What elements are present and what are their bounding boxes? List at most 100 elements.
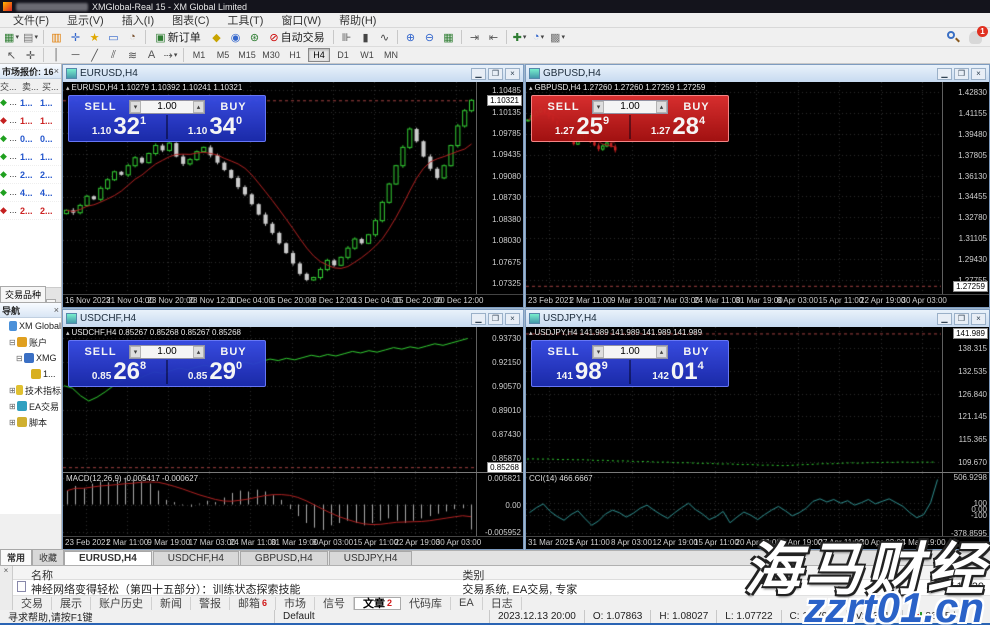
timeframe-button-w1[interactable]: W1 — [356, 48, 378, 62]
menu-item[interactable]: 图表(C) — [163, 12, 218, 28]
tab-common[interactable]: 常用 — [0, 549, 32, 565]
sell-price[interactable]: 0.85268 — [72, 360, 166, 384]
column-buy[interactable]: 买... — [42, 80, 60, 93]
chart-tab-usdjpy[interactable]: USDJPY,H4 — [329, 551, 413, 565]
status-profile[interactable]: Default — [275, 610, 490, 623]
terminal-tab-账户历史[interactable]: 账户历史 — [91, 597, 152, 610]
tab-symbols[interactable]: 交易品种 — [0, 286, 46, 302]
market-watch-close-icon[interactable]: × — [54, 66, 59, 76]
terminal-tab-代码库[interactable]: 代码库 — [401, 597, 451, 610]
sell-button[interactable]: SELL — [535, 346, 592, 358]
timeframe-button-m30[interactable]: M30 — [260, 48, 282, 62]
new-chart-button[interactable]: ▦▾ — [2, 29, 21, 45]
menu-item[interactable]: 帮助(H) — [330, 12, 385, 28]
timeframe-button-h1[interactable]: H1 — [284, 48, 306, 62]
buy-price[interactable]: 1.10340 — [168, 115, 262, 139]
column-symbol[interactable]: 交... — [0, 80, 22, 93]
panel-expander-icon[interactable]: ▴ — [66, 85, 70, 92]
menu-item[interactable]: 显示(V) — [58, 12, 113, 28]
sell-button[interactable]: SELL — [72, 346, 129, 358]
notification-bell-icon[interactable]: 1 — [969, 31, 982, 44]
line-chart-button[interactable]: ∿ — [375, 29, 394, 45]
fibonacci-button[interactable]: ≋ — [123, 47, 142, 63]
tree-item-账户[interactable]: ⊟账户 — [0, 334, 61, 350]
lot-down-button[interactable]: ▾ — [593, 101, 604, 113]
metaeditor-icon[interactable]: ◆ — [207, 29, 226, 45]
tab-tick-chart[interactable] — [46, 299, 56, 302]
menu-item[interactable]: 工具(T) — [218, 12, 272, 28]
restore-button[interactable]: ❐ — [954, 313, 969, 325]
lot-up-button[interactable]: ▴ — [656, 101, 667, 113]
minimize-button[interactable]: ▁ — [937, 313, 952, 325]
trendline-button[interactable]: ╱ — [85, 47, 104, 63]
lot-size-input[interactable] — [141, 346, 193, 357]
autotrading-button[interactable]: ⊘自动交易 — [264, 29, 330, 45]
buy-button[interactable]: BUY — [205, 346, 262, 358]
close-button[interactable]: × — [505, 68, 520, 80]
website-icon[interactable]: ⊛ — [245, 29, 264, 45]
panel-expander-icon[interactable]: ▴ — [529, 330, 533, 337]
lot-down-button[interactable]: ▾ — [593, 346, 604, 358]
terminal-tab-新闻[interactable]: 新闻 — [152, 597, 191, 610]
search-icon[interactable] — [947, 31, 959, 43]
crosshair-button[interactable]: ✛ — [21, 47, 40, 63]
chart-tab-eurusd[interactable]: EURUSD,H4 — [64, 551, 152, 565]
restore-button[interactable]: ❐ — [488, 68, 503, 80]
minimize-button[interactable]: ▁ — [471, 68, 486, 80]
market-watch-row[interactable]: ◆ ...1...1... — [0, 148, 61, 166]
market-watch-button[interactable]: ▥ — [47, 29, 66, 45]
timeframe-button-d1[interactable]: D1 — [332, 48, 354, 62]
tree-item-EA交易[interactable]: ⊞EA交易 — [0, 398, 61, 414]
lot-size-input[interactable] — [604, 346, 656, 357]
text-button[interactable]: A — [142, 47, 161, 63]
terminal-button[interactable]: ▭ — [104, 29, 123, 45]
strategy-tester-button[interactable]: ◔ — [123, 29, 142, 45]
buy-button[interactable]: BUY — [668, 346, 725, 358]
market-watch-row[interactable]: ◆ ...2...2... — [0, 166, 61, 184]
tree-expander-icon[interactable]: ⊟ — [16, 354, 24, 363]
menu-item[interactable]: 文件(F) — [4, 12, 58, 28]
market-watch-row[interactable]: ◆ ...1...1... — [0, 112, 61, 130]
lot-up-button[interactable]: ▴ — [193, 346, 204, 358]
buy-price[interactable]: 1.27284 — [631, 115, 725, 139]
buy-button[interactable]: BUY — [668, 101, 725, 113]
navigator-button[interactable]: ★ — [85, 29, 104, 45]
lot-size-input[interactable] — [604, 101, 656, 112]
candlestick-button[interactable]: ▮ — [356, 29, 375, 45]
zoom-in-button[interactable]: ⊕ — [401, 29, 420, 45]
terminal-tab-市场[interactable]: 市场 — [276, 597, 315, 610]
tree-expander-icon[interactable]: ⊞ — [9, 418, 17, 427]
tree-item-技术指标[interactable]: ⊞技术指标 — [0, 382, 61, 398]
tree-item-XMG[interactable]: ⊟XMG — [0, 350, 61, 366]
restore-button[interactable]: ❐ — [488, 313, 503, 325]
timeframe-button-h4[interactable]: H4 — [308, 48, 330, 62]
market-watch-row[interactable]: ◆ ...2...2... — [0, 202, 61, 220]
close-button[interactable]: × — [971, 313, 986, 325]
tree-item-1...[interactable]: 1... — [0, 366, 61, 382]
timeframe-button-mn[interactable]: MN — [380, 48, 402, 62]
minimize-button[interactable]: ▁ — [937, 68, 952, 80]
chart-shift-button[interactable]: ⇤ — [484, 29, 503, 45]
terminal-tab-信号[interactable]: 信号 — [315, 597, 354, 610]
sell-price[interactable]: 1.10321 — [72, 115, 166, 139]
terminal-tab-日志[interactable]: 日志 — [483, 597, 522, 610]
cursor-button[interactable]: ↖ — [2, 47, 21, 63]
terminal-tab-文章[interactable]: 文章2 — [354, 597, 401, 610]
menu-item[interactable]: 插入(I) — [113, 12, 163, 28]
auto-scroll-button[interactable]: ⇥ — [465, 29, 484, 45]
terminal-tab-展示[interactable]: 展示 — [52, 597, 91, 610]
periods-button[interactable]: ◔▾ — [529, 29, 548, 45]
terminal-tab-EA[interactable]: EA — [451, 597, 483, 610]
close-button[interactable]: × — [505, 313, 520, 325]
arrows-button[interactable]: ⇢▾ — [161, 47, 180, 63]
terminal-close-icon[interactable]: × — [4, 566, 9, 575]
lot-down-button[interactable]: ▾ — [130, 101, 141, 113]
panel-expander-icon[interactable]: ▴ — [66, 330, 70, 337]
navigator-close-icon[interactable]: × — [54, 305, 59, 315]
data-window-button[interactable]: ✛ — [66, 29, 85, 45]
zoom-out-button[interactable]: ⊖ — [420, 29, 439, 45]
templates-button[interactable]: ▩▾ — [548, 29, 567, 45]
chart-tab-gbpusd[interactable]: GBPUSD,H4 — [240, 551, 328, 565]
tree-item-脚本[interactable]: ⊞脚本 — [0, 414, 61, 430]
vertical-line-button[interactable]: │ — [47, 47, 66, 63]
